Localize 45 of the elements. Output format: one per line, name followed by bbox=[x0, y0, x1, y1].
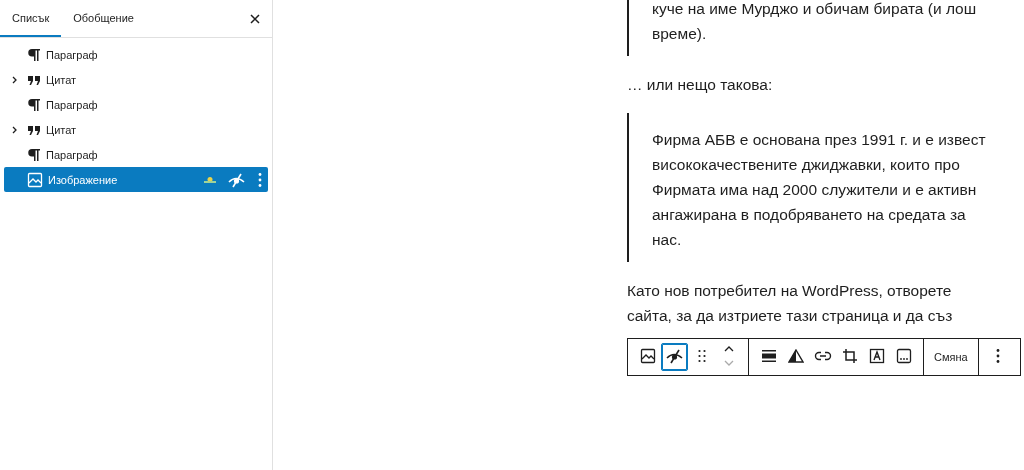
more-vertical-icon bbox=[996, 348, 1001, 366]
drag-handle-icon bbox=[696, 349, 707, 365]
eye-slash-icon bbox=[665, 348, 684, 366]
list-view-item[interactable]: Изображение bbox=[4, 167, 268, 192]
text-line: нас. bbox=[652, 230, 682, 250]
text-line: Като нов потребител на WordPress, отворете bbox=[627, 281, 952, 301]
replace-button[interactable]: Смяна bbox=[930, 343, 972, 371]
text-line: Фирмата има над 2000 служители и е активн bbox=[652, 180, 977, 200]
block-label: Цитат bbox=[46, 123, 77, 136]
block-label: Параграф bbox=[46, 48, 98, 61]
text-line: сайта, за да изтриете тази страница и да съз bbox=[627, 306, 953, 326]
block-label: Изображение bbox=[48, 173, 118, 186]
block-label: Цитат bbox=[46, 73, 77, 86]
text-line: … или нещо такова: bbox=[627, 75, 773, 95]
block-label: Параграф bbox=[46, 148, 98, 161]
sidebar-tab[interactable]: Списък bbox=[0, 0, 62, 37]
list-view-item[interactable]: Цитат bbox=[4, 67, 268, 92]
triangle-icon bbox=[787, 349, 804, 365]
image-icon bbox=[639, 348, 656, 366]
align-wide-icon bbox=[760, 349, 777, 365]
chevron-right-icon[interactable] bbox=[11, 75, 17, 84]
list-view-item[interactable]: Параграф bbox=[4, 142, 268, 167]
link-icon bbox=[813, 351, 832, 363]
more-vertical-icon[interactable] bbox=[258, 171, 262, 188]
sidebar-tab[interactable]: Обобщение bbox=[61, 0, 146, 37]
sun-icon bbox=[204, 175, 216, 184]
pilcrow-icon bbox=[27, 47, 41, 62]
eye-slash-icon bbox=[228, 171, 246, 188]
eye-slash-button[interactable] bbox=[661, 343, 688, 371]
pilcrow-icon bbox=[27, 147, 41, 162]
list-view-item[interactable]: Параграф bbox=[4, 92, 268, 117]
list-view-item[interactable]: Цитат bbox=[4, 117, 268, 142]
text-line: куче на име Мурджо и обичам бирата (и лош bbox=[652, 0, 977, 19]
chevron-right-icon[interactable] bbox=[11, 125, 17, 134]
text-line: Фирма АБВ е основана през 1991 г. и е извест bbox=[652, 130, 986, 150]
text-line: време). bbox=[652, 24, 707, 44]
pilcrow-icon bbox=[27, 97, 41, 112]
alt-text-icon bbox=[895, 348, 912, 366]
text-line: висококачествените джиджавки, които про bbox=[652, 155, 960, 175]
image-icon bbox=[27, 171, 43, 188]
block-label: Параграф bbox=[46, 98, 98, 111]
list-view-item[interactable]: Параграф bbox=[4, 42, 268, 67]
text-overlay-icon bbox=[868, 348, 885, 366]
crop-icon bbox=[841, 348, 858, 366]
text-line: ангажирана в подобряването на средата за bbox=[652, 205, 966, 225]
